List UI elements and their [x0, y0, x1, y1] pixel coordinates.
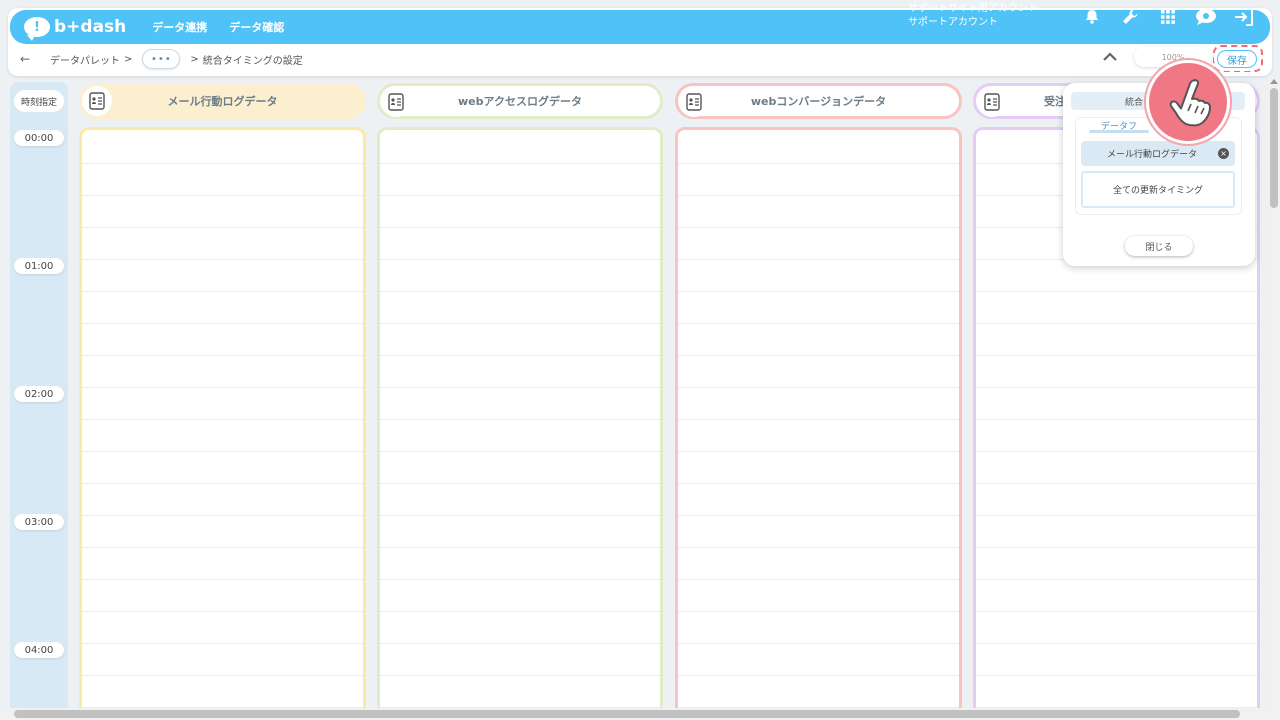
account-info[interactable]: サポートサイト用アカウント サポートアカウント	[908, 2, 1038, 30]
scroll-up-icon[interactable]	[1270, 79, 1278, 84]
popup-tab-underline	[1089, 130, 1149, 133]
time-label: 02:00	[14, 386, 64, 402]
horizontal-scroll-thumb[interactable]	[14, 710, 1240, 718]
grid-icon[interactable]	[1156, 5, 1180, 29]
breadcrumb-separator: >	[190, 53, 199, 65]
time-label: 00:00	[14, 130, 64, 146]
logout-icon[interactable]	[1232, 5, 1256, 29]
selected-data-chip[interactable]: メール行動ログデータ ×	[1081, 141, 1235, 166]
close-icon[interactable]: ×	[1218, 148, 1229, 159]
column-title: webコンバージョンデータ	[750, 95, 887, 108]
account-site-name: サポートサイト用アカウント	[908, 3, 1038, 14]
back-arrow-icon[interactable]: ←	[20, 52, 38, 66]
chevron-up-icon[interactable]	[1100, 47, 1120, 67]
nav-data-link[interactable]: データ連携	[152, 19, 207, 35]
pointing-hand-icon	[1146, 60, 1230, 144]
header-icons	[1080, 5, 1256, 29]
horizontal-scrollbar[interactable]	[0, 708, 1280, 720]
account-user-name: サポートアカウント	[908, 17, 998, 28]
timeline-column-mail-log[interactable]	[79, 127, 366, 717]
bell-icon[interactable]	[1080, 5, 1104, 29]
column-header-web-access[interactable]: webアクセスログデータ	[377, 83, 663, 119]
logo-bubble-icon: !	[24, 17, 50, 41]
document-icon	[82, 86, 112, 116]
time-label: 03:00	[14, 514, 64, 530]
app-logo[interactable]: ! b+dash	[24, 17, 127, 41]
time-column: 時刻指定 00:00 01:00 02:00 03:00 04:00	[10, 82, 68, 712]
time-label: 01:00	[14, 258, 64, 274]
column-title: メール行動ログデータ	[167, 95, 278, 108]
wrench-icon[interactable]	[1118, 5, 1142, 29]
time-column-header[interactable]: 時刻指定	[14, 90, 64, 112]
document-icon	[977, 87, 1007, 117]
close-button[interactable]: 閉じる	[1125, 236, 1193, 256]
logo-text: b+dash	[54, 17, 127, 37]
column-header-mail-log[interactable]: メール行動ログデータ	[79, 83, 366, 119]
vertical-scroll-thumb[interactable]	[1270, 88, 1278, 208]
timeline-column-web-access[interactable]	[377, 127, 663, 717]
breadcrumb: ← データパレット > ••• > 統合タイミングの設定	[20, 48, 1260, 70]
breadcrumb-separator: >	[124, 53, 133, 65]
save-button[interactable]: 保存	[1217, 50, 1257, 68]
document-icon	[381, 87, 411, 117]
main-nav: データ連携 データ確認	[152, 19, 284, 35]
breadcrumb-more-button[interactable]: •••	[142, 49, 181, 69]
chip-label: メール行動ログデータ	[1107, 150, 1198, 160]
chat-bubble-icon[interactable]	[1194, 5, 1218, 29]
column-header-web-conversion[interactable]: webコンバージョンデータ	[675, 83, 962, 119]
timing-option-all[interactable]: 全ての更新タイミング	[1081, 171, 1235, 208]
vertical-scrollbar[interactable]	[1268, 76, 1280, 708]
breadcrumb-current: 統合タイミングの設定	[202, 55, 303, 67]
time-label: 04:00	[14, 642, 64, 658]
timeline-column-web-conversion[interactable]	[675, 127, 962, 717]
nav-data-check[interactable]: データ確認	[229, 19, 284, 35]
document-icon	[679, 87, 709, 117]
column-title: webアクセスログデータ	[458, 95, 582, 108]
breadcrumb-data-palette[interactable]: データパレット	[50, 52, 120, 67]
